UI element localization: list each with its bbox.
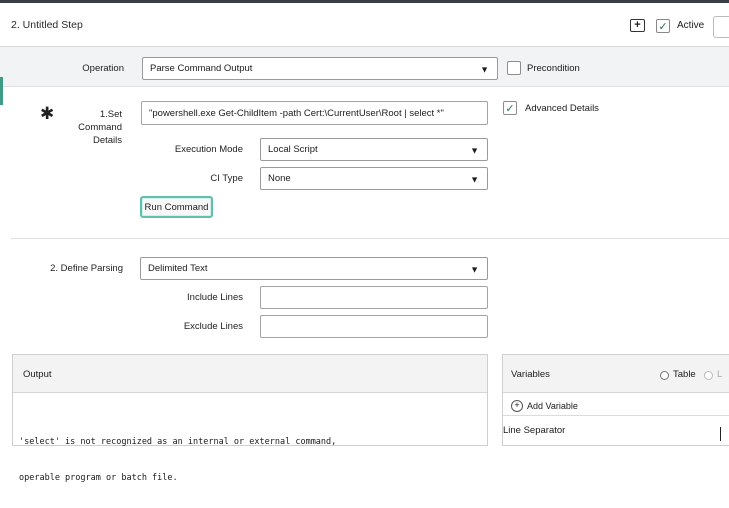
precondition-label: Precondition — [527, 63, 580, 74]
parsing-select[interactable]: Delimited Text ▼ — [140, 257, 488, 280]
execution-mode-label: Execution Mode — [174, 144, 243, 155]
include-lines-input[interactable] — [260, 286, 488, 309]
output-panel: Output 'select' is not recognized as an … — [12, 354, 488, 483]
table-label: Table — [673, 369, 696, 380]
exclude-lines-input[interactable] — [260, 315, 488, 338]
command-input[interactable]: "powershell.exe Get-ChildItem -path Cert… — [141, 101, 488, 125]
step-header — [0, 3, 729, 47]
ci-type-value: None — [268, 173, 291, 184]
add-variable-link[interactable]: + Add Variable — [511, 400, 578, 412]
output-panel-header: Output — [13, 355, 487, 393]
line-separator-label: Line Separator — [503, 425, 566, 436]
variables-panel-header: Variables Table L — [503, 355, 729, 393]
define-parsing-label: 2. Define Parsing — [50, 263, 123, 274]
active-checkbox[interactable]: ✓ — [656, 19, 670, 33]
command-label-line2: Details — [92, 135, 122, 146]
add-comment-icon[interactable]: + — [630, 19, 645, 32]
output-line: operable program or batch file. — [19, 473, 178, 483]
dropdown-arrow-icon: ▼ — [480, 64, 489, 74]
checkmark-icon: ✓ — [658, 20, 668, 33]
step-title: 2. Untitled Step — [11, 19, 83, 31]
output-line: 'select' is not recognized as an interna… — [19, 437, 337, 447]
operation-label: Operation — [82, 63, 124, 74]
required-asterisk-icon: ✱ — [40, 104, 55, 123]
active-row-indicator — [0, 77, 3, 105]
dropdown-arrow-icon: ▼ — [470, 174, 479, 184]
table-radio[interactable] — [660, 371, 669, 380]
ci-type-label: CI Type — [210, 173, 243, 184]
exclude-lines-label: Exclude Lines — [183, 321, 243, 332]
precondition-checkbox[interactable] — [507, 61, 521, 75]
plus-circle-icon: + — [511, 400, 523, 412]
variables-divider — [503, 415, 729, 416]
second-radio[interactable] — [704, 371, 713, 380]
add-variable-label: Add Variable — [527, 401, 578, 411]
variables-panel: Variables Table L + Add Variable Line Se… — [502, 354, 729, 446]
execution-mode-value: Local Script — [268, 144, 318, 155]
run-command-button[interactable]: Run Command — [140, 196, 213, 218]
command-label: 1.Set Command Details — [54, 108, 122, 147]
dropdown-arrow-icon: ▼ — [470, 264, 479, 274]
operation-value: Parse Command Output — [150, 63, 253, 74]
advanced-details-label: Advanced Details — [525, 103, 599, 114]
parsing-value: Delimited Text — [148, 263, 208, 274]
second-option-label: L — [717, 369, 723, 380]
dropdown-arrow-icon: ▼ — [470, 145, 479, 155]
output-text: 'select' is not recognized as an interna… — [19, 412, 336, 508]
operation-select[interactable]: Parse Command Output ▼ — [142, 57, 498, 80]
active-label: Active — [677, 20, 705, 31]
header-more-button[interactable] — [713, 16, 729, 38]
variables-title: Variables — [511, 369, 550, 380]
execution-mode-select[interactable]: Local Script ▼ — [260, 138, 488, 161]
advanced-details-checkbox[interactable]: ✓ — [503, 101, 517, 115]
ci-type-select[interactable]: None ▼ — [260, 167, 488, 190]
section-divider — [11, 238, 729, 239]
command-value: "powershell.exe Get-ChildItem -path Cert… — [149, 107, 444, 119]
include-lines-label: Include Lines — [187, 292, 243, 303]
output-title: Output — [23, 369, 52, 380]
text-cursor — [720, 427, 721, 441]
checkmark-icon: ✓ — [505, 102, 515, 115]
command-label-line1: 1.Set Command — [78, 109, 122, 133]
